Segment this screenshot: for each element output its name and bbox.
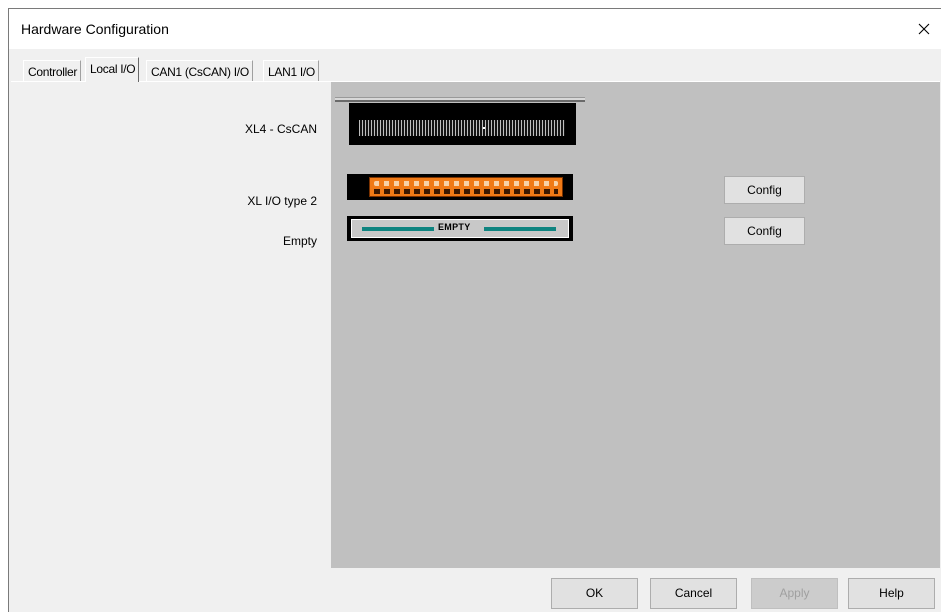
empty-slot-face: EMPTY (351, 219, 569, 238)
dialog-button-bar: OK Cancel Apply Help (9, 569, 941, 612)
slot-label-io: XL I/O type 2 (247, 194, 317, 208)
empty-bar-left (362, 227, 434, 231)
apply-button[interactable]: Apply (751, 578, 838, 609)
io-config-button[interactable]: Config (724, 176, 805, 204)
tab-strip: Controller Local I/O CAN1 (CsCAN) I/O LA… (9, 49, 941, 82)
local-io-tab-page: XL4 - CsCAN XL I/O type 2 Empty Config E… (11, 81, 940, 568)
terminal-openings (374, 189, 558, 194)
vent-slots (359, 120, 565, 136)
hardware-configuration-dialog: Hardware Configuration Controller Local … (8, 8, 941, 612)
close-button[interactable] (906, 9, 941, 49)
slot-label-empty: Empty (282, 234, 317, 248)
tab-can1-cscan-io[interactable]: CAN1 (CsCAN) I/O (146, 60, 253, 82)
controller-body (349, 103, 576, 145)
io-module-image[interactable] (347, 174, 573, 200)
tab-lan1-io[interactable]: LAN1 I/O (263, 60, 319, 82)
help-button[interactable]: Help (848, 578, 935, 609)
empty-bar-right (484, 227, 556, 231)
terminal-screws (374, 181, 558, 186)
ok-button[interactable]: OK (551, 578, 638, 609)
terminal-block (369, 177, 563, 197)
controller-module-image[interactable] (335, 97, 585, 147)
module-rail (335, 97, 585, 102)
cancel-button[interactable]: Cancel (650, 578, 737, 609)
slot-label-controller: XL4 - CsCAN (244, 122, 317, 136)
rack-view: Config EMPTY Config (331, 82, 940, 568)
tab-local-io[interactable]: Local I/O (85, 57, 140, 82)
title-bar: Hardware Configuration (9, 9, 941, 49)
dialog-title: Hardware Configuration (21, 21, 169, 37)
tab-controller[interactable]: Controller (23, 60, 82, 82)
empty-config-button[interactable]: Config (724, 217, 805, 245)
close-icon (918, 23, 930, 35)
empty-module-text: EMPTY (438, 222, 471, 232)
empty-module-image[interactable]: EMPTY (347, 216, 573, 241)
status-led (483, 127, 485, 129)
slot-labels-panel: XL4 - CsCAN XL I/O type 2 Empty (11, 82, 331, 568)
